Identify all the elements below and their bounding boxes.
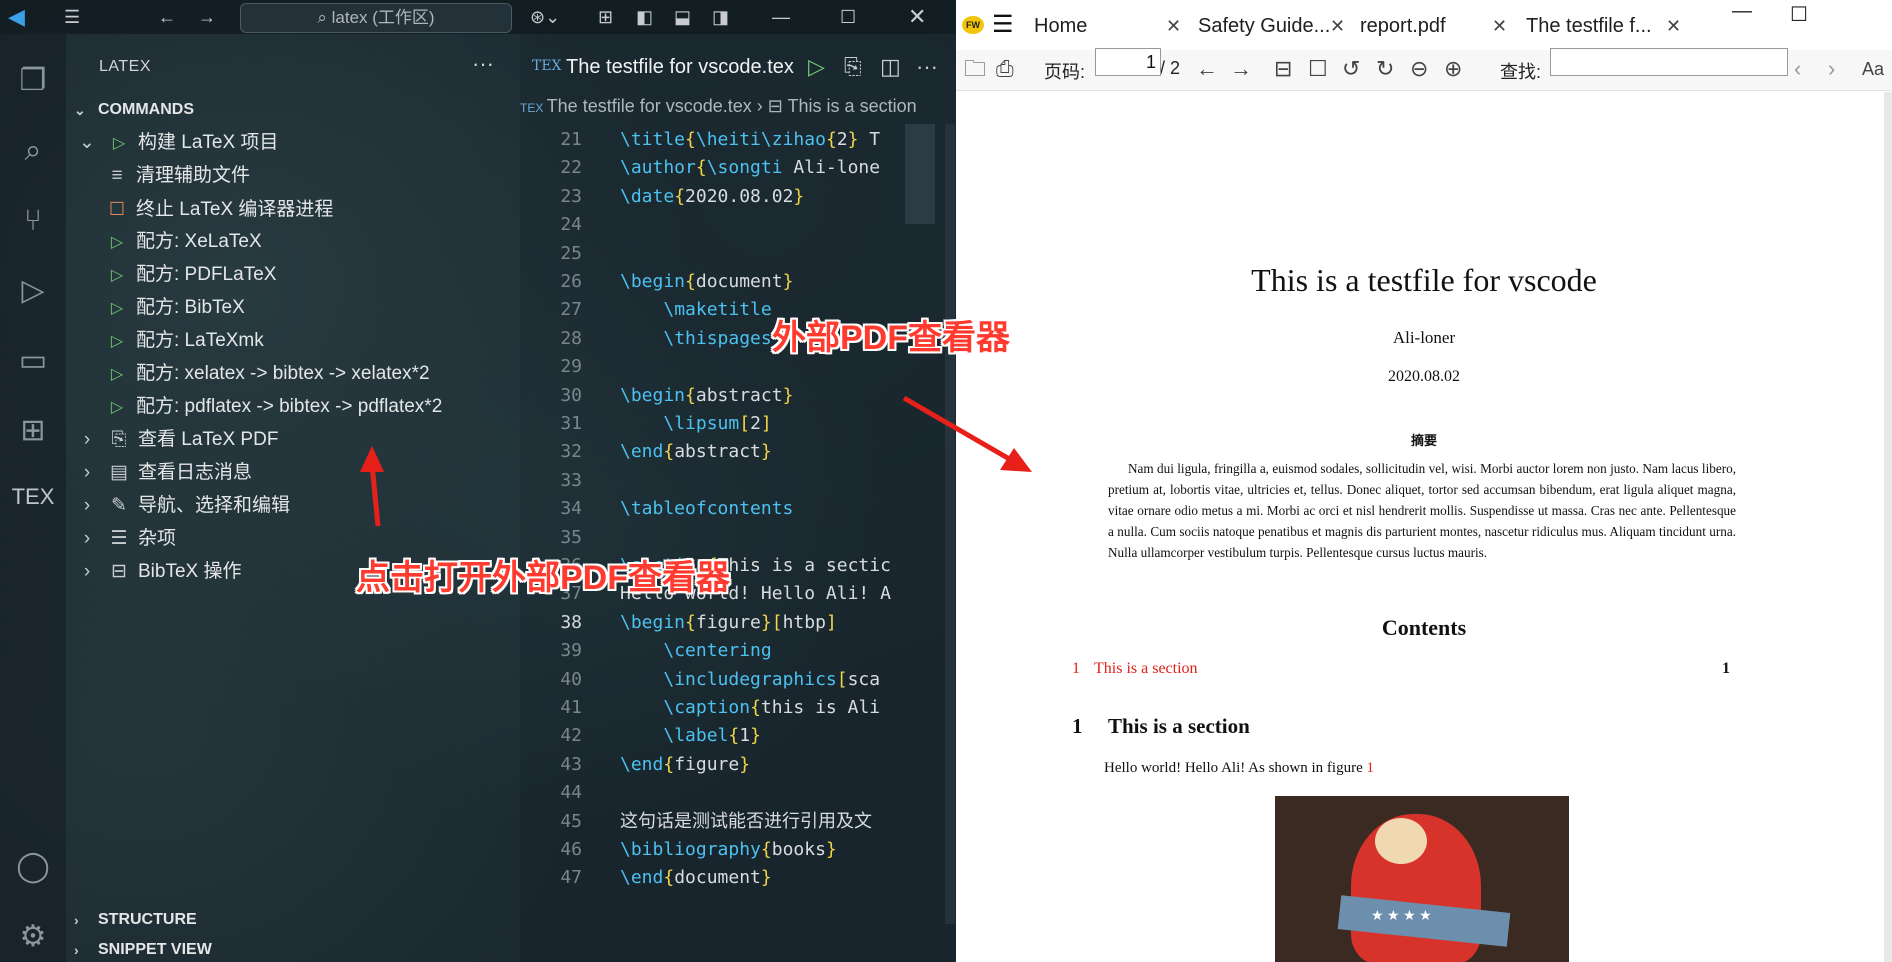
annotation-click-to-open: 点击打开外部PDF查看器 [356,559,730,597]
annotation-arrows [360,395,1032,527]
annotation-external-viewer: 外部PDF查看器 [772,319,1010,357]
arrow-to-view-pdf [360,446,384,527]
arrow-to-viewer [902,395,1032,472]
